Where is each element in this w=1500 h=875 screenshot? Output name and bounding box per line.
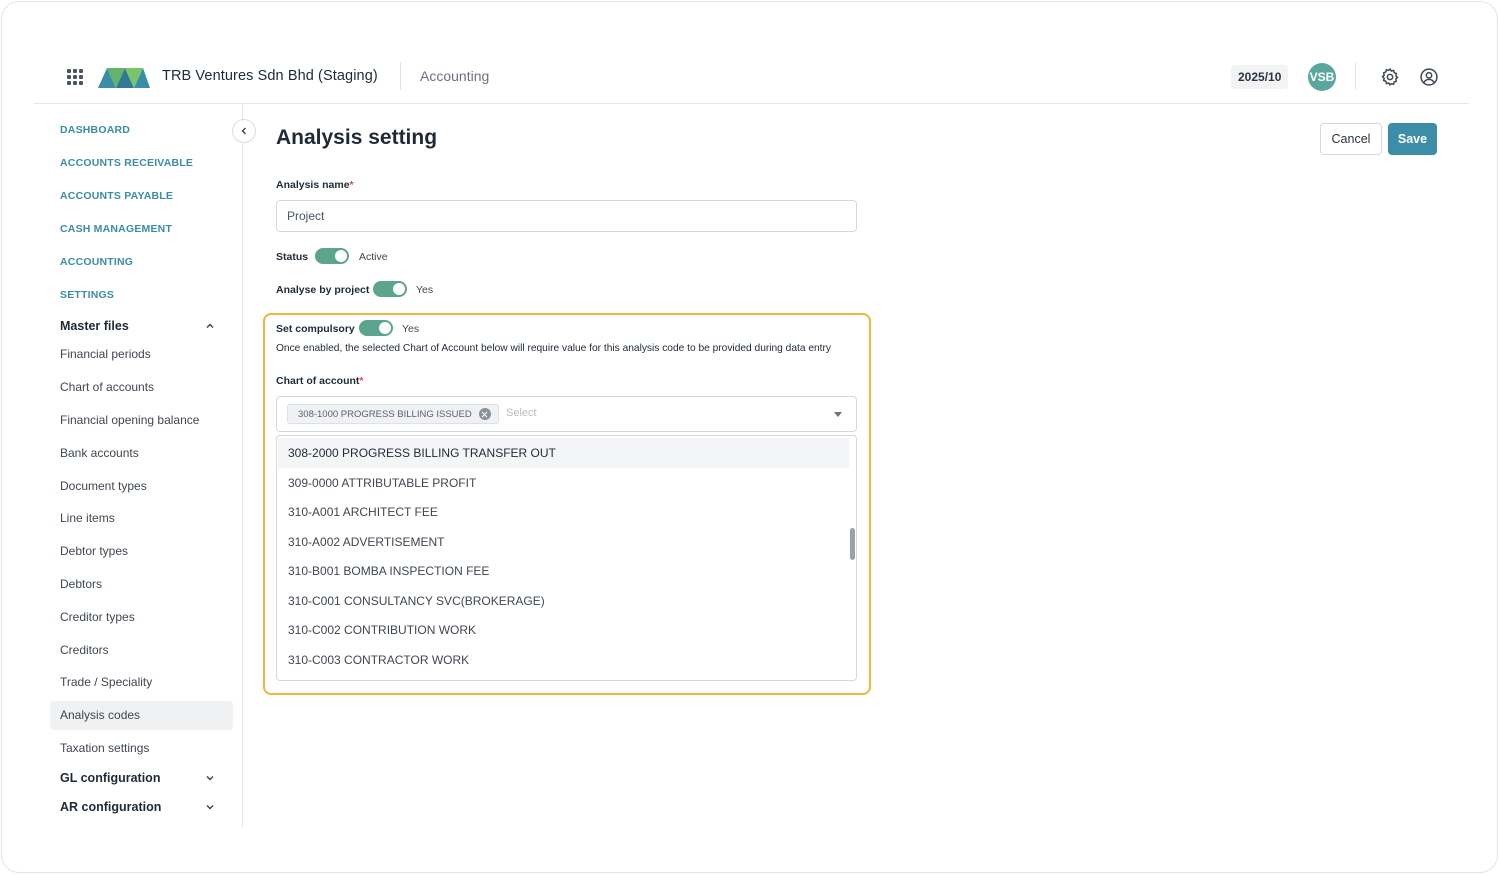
app-window: TRB Ventures Sdn Bhd (Staging) Accountin… bbox=[1, 1, 1498, 873]
nav-accounts-receivable[interactable]: ACCOUNTS RECEIVABLE bbox=[60, 157, 193, 169]
sidebar-item-chart-of-accounts[interactable]: Chart of accounts bbox=[50, 373, 233, 402]
page-title: Analysis setting bbox=[276, 126, 438, 149]
sidebar-item-creditor-types[interactable]: Creditor types bbox=[50, 603, 233, 632]
analysis-name-label-text: Analysis name bbox=[276, 179, 350, 191]
chart-of-account-label: Chart of account* bbox=[276, 375, 364, 387]
analysis-name-label: Analysis name* bbox=[276, 179, 354, 191]
set-compulsory-label: Set compulsory bbox=[276, 323, 355, 335]
section-gl-configuration[interactable]: GL configuration bbox=[60, 771, 216, 785]
chart-of-account-label-text: Chart of account bbox=[276, 375, 360, 387]
collapse-sidebar-button[interactable] bbox=[232, 119, 256, 143]
sidebar-item-document-types[interactable]: Document types bbox=[50, 472, 233, 501]
status-toggle[interactable] bbox=[315, 248, 349, 264]
chart-of-account-dropdown: 308-2000 PROGRESS BILLING TRANSFER OUT 3… bbox=[276, 435, 857, 681]
dropdown-option[interactable]: 310-C003 CONTRACTOR WORK bbox=[278, 645, 849, 675]
sidebar-item-line-items[interactable]: Line items bbox=[50, 504, 233, 533]
dropdown-option[interactable]: 309-0000 ATTRIBUTABLE PROFIT bbox=[278, 468, 849, 498]
selected-account-tag-label: 308-1000 PROGRESS BILLING ISSUED bbox=[298, 409, 472, 420]
gear-icon[interactable] bbox=[1380, 67, 1400, 87]
user-circle-icon[interactable] bbox=[1419, 67, 1439, 87]
section-ar-configuration[interactable]: AR configuration bbox=[60, 800, 216, 814]
sidebar-item-financial-opening-balance[interactable]: Financial opening balance bbox=[50, 406, 233, 435]
dropdown-option[interactable]: 310-A002 ADVERTISEMENT bbox=[278, 527, 849, 557]
nav-dashboard[interactable]: DASHBOARD bbox=[60, 124, 130, 136]
nav-accounting[interactable]: ACCOUNTING bbox=[60, 256, 133, 268]
status-value: Active bbox=[359, 251, 388, 263]
dropdown-scrollbar[interactable] bbox=[850, 528, 855, 560]
chevron-down-icon bbox=[206, 804, 214, 810]
save-button[interactable]: Save bbox=[1388, 123, 1437, 155]
sidebar-item-debtor-types[interactable]: Debtor types bbox=[50, 537, 233, 566]
top-bar: TRB Ventures Sdn Bhd (Staging) Accountin… bbox=[34, 50, 1469, 104]
sidebar-item-creditors[interactable]: Creditors bbox=[50, 636, 233, 665]
cancel-button[interactable]: Cancel bbox=[1320, 123, 1382, 155]
company-name[interactable]: TRB Ventures Sdn Bhd (Staging) bbox=[162, 68, 378, 84]
chart-of-account-select[interactable]: 308-1000 PROGRESS BILLING ISSUED Select bbox=[276, 396, 857, 432]
module-name: Accounting bbox=[420, 68, 490, 84]
analyse-by-project-toggle[interactable] bbox=[373, 281, 407, 297]
analysis-name-input[interactable] bbox=[276, 200, 857, 232]
header-divider bbox=[400, 62, 401, 90]
chevron-left-icon bbox=[241, 127, 246, 135]
dropdown-option[interactable]: 310-A001 ARCHITECT FEE bbox=[278, 497, 849, 527]
selected-account-tag: 308-1000 PROGRESS BILLING ISSUED bbox=[287, 404, 499, 424]
sidebar-item-analysis-codes[interactable]: Analysis codes bbox=[50, 701, 233, 730]
header-divider-2 bbox=[1355, 62, 1356, 90]
company-logo bbox=[98, 68, 150, 88]
sidebar-item-debtors[interactable]: Debtors bbox=[50, 570, 233, 599]
nav-settings[interactable]: SETTINGS bbox=[60, 289, 114, 301]
dropdown-option[interactable]: 310-C001 CONSULTANCY SVC(BROKERAGE) bbox=[278, 586, 849, 616]
analyse-by-project-label: Analyse by project bbox=[276, 284, 370, 296]
caret-down-icon[interactable] bbox=[834, 412, 842, 417]
analyse-by-project-value: Yes bbox=[416, 284, 434, 296]
nav-cash-management[interactable]: CASH MANAGEMENT bbox=[60, 223, 172, 235]
set-compulsory-value: Yes bbox=[402, 323, 420, 335]
avatar[interactable]: VSB bbox=[1308, 63, 1336, 91]
chevron-down-icon bbox=[206, 775, 214, 781]
set-compulsory-toggle[interactable] bbox=[359, 320, 393, 336]
sidebar-item-bank-accounts[interactable]: Bank accounts bbox=[50, 439, 233, 468]
compulsory-hint: Once enabled, the selected Chart of Acco… bbox=[276, 343, 831, 354]
section-ar-configuration-label: AR configuration bbox=[60, 800, 162, 814]
required-mark: * bbox=[359, 375, 364, 387]
sidebar-item-taxation-settings[interactable]: Taxation settings bbox=[50, 734, 233, 763]
sidebar: DASHBOARD ACCOUNTS RECEIVABLE ACCOUNTS P… bbox=[34, 104, 256, 828]
select-placeholder: Select bbox=[506, 407, 537, 419]
section-master-files-label: Master files bbox=[60, 319, 129, 333]
required-mark: * bbox=[349, 179, 354, 191]
section-gl-configuration-label: GL configuration bbox=[60, 771, 161, 785]
sidebar-item-financial-periods[interactable]: Financial periods bbox=[50, 340, 233, 369]
dropdown-option[interactable]: 310-B001 BOMBA INSPECTION FEE bbox=[278, 556, 849, 586]
dropdown-option[interactable]: 308-2000 PROGRESS BILLING TRANSFER OUT bbox=[278, 438, 849, 468]
grid-icon[interactable] bbox=[67, 69, 83, 85]
period-badge[interactable]: 2025/10 bbox=[1231, 65, 1289, 89]
section-master-files[interactable]: Master files bbox=[60, 319, 216, 333]
sidebar-item-trade-speciality[interactable]: Trade / Speciality bbox=[50, 668, 233, 697]
status-label: Status bbox=[276, 251, 309, 263]
dropdown-option[interactable]: 310-C002 CONTRIBUTION WORK bbox=[278, 615, 849, 645]
nav-accounts-payable[interactable]: ACCOUNTS PAYABLE bbox=[60, 190, 173, 202]
chevron-up-icon bbox=[206, 323, 214, 329]
remove-tag-icon[interactable] bbox=[478, 408, 491, 420]
